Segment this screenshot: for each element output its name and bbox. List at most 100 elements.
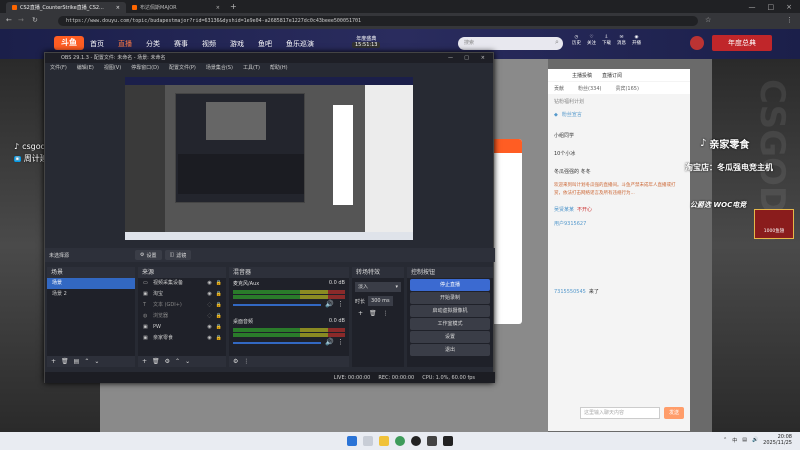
- chevron-up-icon[interactable]: ⌃: [723, 437, 727, 443]
- menu-tools[interactable]: 工具(T): [243, 63, 260, 73]
- eye-icon[interactable]: ◉: [207, 289, 211, 300]
- eye-off-icon[interactable]: ◌: [207, 311, 211, 322]
- gear-icon[interactable]: ⚙: [165, 358, 170, 365]
- nav-category[interactable]: 分类: [146, 39, 160, 49]
- menu-icon[interactable]: ⋮: [786, 16, 793, 24]
- filters-button[interactable]: ◫ 滤镜: [164, 250, 192, 260]
- transition-select[interactable]: 淡入 ▾: [355, 282, 401, 292]
- start-recording-button[interactable]: 开始录制: [410, 292, 490, 304]
- studio-mode-button[interactable]: 工作室模式: [410, 318, 490, 330]
- chat-top-tab-1[interactable]: 主播投稿: [572, 72, 592, 79]
- app-icon[interactable]: [427, 436, 437, 446]
- eye-icon[interactable]: ◉: [207, 278, 211, 289]
- menu-view[interactable]: 视图(V): [104, 63, 121, 73]
- eye-off-icon[interactable]: ◌: [207, 300, 211, 311]
- settings-button[interactable]: 设置: [410, 331, 490, 343]
- url-input[interactable]: https://www.douyu.com/topic/budapestmajo…: [58, 16, 698, 26]
- minimize-icon[interactable]: —: [448, 53, 453, 63]
- event-timer[interactable]: 年度盛典 15:51:13: [352, 35, 381, 48]
- maximize-icon[interactable]: □: [768, 3, 775, 11]
- menu-edit[interactable]: 编辑(E): [77, 63, 94, 73]
- down-arrow-icon[interactable]: ⌄: [94, 358, 99, 365]
- follow-icon[interactable]: ♡ 关注: [587, 35, 596, 46]
- trash-icon[interactable]: 🗑: [61, 358, 69, 365]
- nav-events[interactable]: 赛事: [174, 39, 188, 49]
- add-icon[interactable]: +: [358, 310, 363, 317]
- speaker-icon[interactable]: 🔊: [325, 300, 334, 308]
- send-button[interactable]: 发送: [664, 407, 684, 419]
- nav-home[interactable]: 首页: [90, 39, 104, 49]
- eye-icon[interactable]: ◉: [207, 333, 211, 344]
- nav-tour[interactable]: 鱼乐巡演: [286, 39, 314, 49]
- down-arrow-icon[interactable]: ⌄: [185, 358, 190, 365]
- file-explorer-icon[interactable]: [379, 436, 389, 446]
- chat-message[interactable]: 用户9315627: [554, 220, 684, 228]
- nav-video[interactable]: 视频: [202, 39, 216, 49]
- clock[interactable]: 20:08 2025/11/25: [763, 434, 792, 446]
- chat-top-tab-2[interactable]: 直播订阅: [602, 72, 622, 79]
- up-arrow-icon[interactable]: ⌃: [175, 358, 180, 365]
- up-arrow-icon[interactable]: ⌃: [84, 358, 89, 365]
- source-item[interactable]: T 文本 (GDI+) ◌ 🔒: [138, 300, 226, 311]
- menu-file[interactable]: 文件(F): [50, 63, 67, 73]
- browser-tab-1[interactable]: CS2直播_CounterStrike直播_CS2... ×: [6, 2, 126, 13]
- lock-icon[interactable]: 🔒: [216, 300, 222, 311]
- duration-input[interactable]: 300 ms: [368, 296, 393, 306]
- stop-streaming-button[interactable]: 停止直播: [410, 279, 490, 291]
- chat-input[interactable]: 这里输入聊天内容: [580, 407, 660, 419]
- network-icon[interactable]: ▤: [742, 437, 747, 443]
- lang-indicator[interactable]: 中: [732, 437, 737, 444]
- app-icon[interactable]: [443, 436, 453, 446]
- browser-tab-2[interactable]: 布达佩斯MAJOR ×: [126, 2, 226, 13]
- menu-icon[interactable]: ⋮: [383, 310, 389, 317]
- add-icon[interactable]: +: [142, 358, 147, 365]
- tab-contribution[interactable]: 贡献: [554, 85, 564, 92]
- close-icon[interactable]: ×: [216, 5, 220, 11]
- source-item[interactable]: ▭ 视频采集设备 ◉ 🔒: [138, 278, 226, 289]
- obs-preview[interactable]: [125, 77, 413, 240]
- new-tab-icon[interactable]: +: [230, 2, 237, 11]
- trash-icon[interactable]: 🗑: [369, 310, 377, 317]
- obs-icon[interactable]: [411, 436, 421, 446]
- lock-icon[interactable]: 🔒: [216, 311, 222, 322]
- settings-button[interactable]: ⚙ 设置: [135, 250, 162, 260]
- right-promo-badge[interactable]: 年度总典: [712, 35, 772, 51]
- search-icon[interactable]: ⌕: [555, 38, 559, 47]
- minimize-icon[interactable]: —: [749, 3, 756, 11]
- menu-help[interactable]: 帮助(H): [270, 63, 288, 73]
- broadcast-icon[interactable]: ◉ 开播: [632, 35, 641, 46]
- trash-icon[interactable]: 🗑: [152, 358, 160, 365]
- chrome-icon[interactable]: [395, 436, 405, 446]
- source-item[interactable]: ◍ 浏览器 ◌ 🔒: [138, 311, 226, 322]
- chat-username[interactable]: 吴贤某某: [554, 206, 574, 214]
- lock-icon[interactable]: 🔒: [216, 333, 222, 344]
- reload-icon[interactable]: ↻: [32, 16, 38, 24]
- menu-profile[interactable]: 配置文件(P): [169, 63, 196, 73]
- tab-fans[interactable]: 粉丝(334): [578, 85, 601, 92]
- close-window-icon[interactable]: ×: [786, 3, 792, 11]
- search-input[interactable]: 搜索: [458, 37, 563, 50]
- douyu-logo[interactable]: 斗鱼: [54, 36, 84, 50]
- gear-icon[interactable]: ⋮: [337, 338, 344, 346]
- gear-icon[interactable]: ⋮: [337, 300, 344, 308]
- menu-scene-collection[interactable]: 场景集合(S): [206, 63, 233, 73]
- star-icon[interactable]: ☆: [705, 16, 711, 24]
- windows-start-icon[interactable]: [347, 436, 357, 446]
- source-item[interactable]: ▣ 淘宝 ◉ 🔒: [138, 289, 226, 300]
- volume-slider[interactable]: [233, 342, 321, 344]
- exit-button[interactable]: 退出: [410, 344, 490, 356]
- search-icon[interactable]: [363, 436, 373, 446]
- volume-slider[interactable]: [233, 304, 321, 306]
- history-icon[interactable]: ◷ 历史: [572, 35, 581, 46]
- lock-icon[interactable]: 🔒: [216, 322, 222, 333]
- menu-icon[interactable]: ⋮: [243, 358, 249, 365]
- add-icon[interactable]: +: [51, 358, 56, 365]
- maximize-icon[interactable]: □: [464, 53, 469, 63]
- lock-icon[interactable]: 🔒: [216, 289, 222, 300]
- lock-icon[interactable]: 🔒: [216, 278, 222, 289]
- eye-icon[interactable]: ◉: [207, 322, 211, 333]
- virtual-camera-button[interactable]: 启动虚拟摄像机: [410, 305, 490, 317]
- scene-item[interactable]: 场景: [47, 278, 135, 289]
- nav-live[interactable]: 直播: [118, 39, 132, 49]
- back-icon[interactable]: ←: [6, 16, 12, 24]
